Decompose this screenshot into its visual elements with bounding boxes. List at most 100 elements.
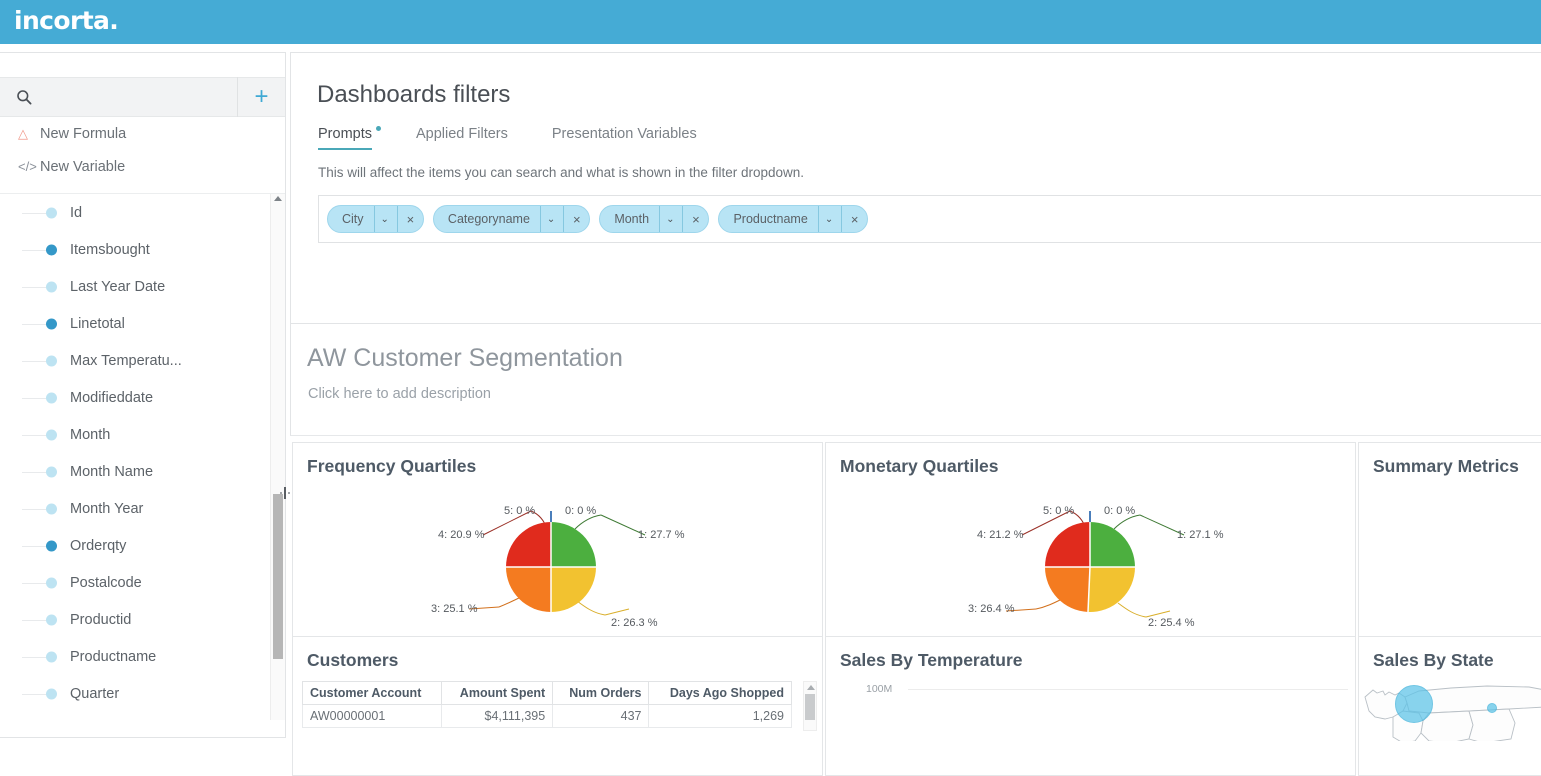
incorta-logo: incorta. bbox=[14, 6, 119, 35]
field-label: Last Year Date bbox=[70, 278, 166, 295]
chart-gridline bbox=[908, 689, 1348, 690]
chevron-down-icon[interactable]: ⌄ bbox=[659, 206, 682, 232]
field-label: Linetotal bbox=[70, 315, 125, 332]
field-item[interactable]: Max Temperatu... bbox=[0, 342, 285, 379]
widget-title: Sales By Temperature bbox=[840, 650, 1023, 670]
field-label: Max Temperatu... bbox=[70, 352, 182, 369]
field-list: Id Itemsbought Last Year Date Linetotal … bbox=[0, 193, 285, 720]
table-header-row: Customer Account Amount Spent Num Orders… bbox=[301, 681, 792, 705]
pie-label: 1: 27.7 % bbox=[638, 529, 685, 541]
us-map-outlines bbox=[1364, 685, 1541, 741]
map-bubble-washington[interactable] bbox=[1395, 685, 1433, 723]
new-variable-label: New Variable bbox=[40, 158, 126, 175]
field-item[interactable]: Month Name bbox=[0, 453, 285, 490]
sidebar-scrollbar[interactable] bbox=[270, 194, 285, 720]
widget-title: Customers bbox=[307, 650, 399, 670]
pie-label: 2: 25.4 % bbox=[1148, 617, 1195, 629]
chevron-down-icon[interactable]: ⌄ bbox=[539, 206, 563, 232]
close-icon[interactable]: × bbox=[563, 206, 589, 232]
widget-frequency-quartiles[interactable]: Frequency Quartiles 5: 0 % 0: 0 % 4: 20.… bbox=[292, 442, 823, 642]
map-bubble-montana[interactable] bbox=[1487, 703, 1497, 713]
widget-title: Frequency Quartiles bbox=[307, 456, 477, 476]
field-label: Quarter bbox=[70, 685, 120, 702]
scrollbar-thumb[interactable] bbox=[805, 694, 815, 720]
code-icon: </> bbox=[18, 159, 37, 174]
field-label: Productid bbox=[70, 611, 132, 628]
column-header[interactable]: Days Ago Shopped bbox=[648, 681, 792, 705]
chevron-down-icon[interactable]: ⌄ bbox=[373, 206, 397, 232]
pie-label: 4: 20.9 % bbox=[438, 529, 485, 541]
field-item[interactable]: Id bbox=[0, 194, 285, 231]
table-cell: 1,269 bbox=[648, 704, 792, 728]
field-label: Orderqty bbox=[70, 537, 127, 554]
pie-label: 1: 27.1 % bbox=[1177, 529, 1224, 541]
attribute-dot-icon bbox=[46, 577, 57, 588]
field-label: Postalcode bbox=[70, 574, 142, 591]
new-variable-action[interactable]: </> New Variable bbox=[0, 150, 285, 183]
flask-icon: △ bbox=[18, 125, 28, 141]
widget-sales-by-state[interactable]: Sales By State bbox=[1358, 636, 1541, 776]
filter-pill-bar: City ⌄ × Categoryname ⌄ × Month ⌄ × Prod… bbox=[318, 195, 1541, 243]
customers-table-scrollbar[interactable] bbox=[803, 681, 817, 731]
scroll-up-arrow-icon[interactable] bbox=[807, 685, 815, 690]
field-label: Itemsbought bbox=[70, 241, 150, 258]
pie-label: 0: 0 % bbox=[1104, 505, 1136, 517]
attribute-dot-icon bbox=[46, 207, 57, 218]
field-label: Modifieddate bbox=[70, 389, 154, 406]
attribute-dot-icon bbox=[46, 614, 57, 625]
filter-pill-categoryname[interactable]: Categoryname ⌄ × bbox=[432, 205, 591, 233]
close-icon[interactable]: × bbox=[682, 206, 708, 232]
new-formula-action[interactable]: △ New Formula bbox=[0, 117, 285, 150]
filter-pill-city[interactable]: City ⌄ × bbox=[327, 205, 424, 233]
pie-label: 3: 25.1 % bbox=[431, 603, 478, 615]
field-item[interactable]: Last Year Date bbox=[0, 268, 285, 305]
dashboard-filters-panel: Dashboards filters Prompts Applied Filte… bbox=[290, 52, 1541, 324]
attribute-dot-icon bbox=[46, 429, 57, 440]
widget-monetary-quartiles[interactable]: Monetary Quartiles 5: 0 % 0: 0 % 4: 21.2… bbox=[825, 442, 1356, 642]
scrollbar-thumb[interactable] bbox=[273, 494, 283, 659]
field-item[interactable]: Quarter bbox=[0, 675, 285, 712]
filter-pill-month[interactable]: Month ⌄ × bbox=[599, 205, 710, 233]
pie-label: 3: 26.4 % bbox=[968, 603, 1015, 615]
widget-customers[interactable]: Customers Customer Account Amount Spent … bbox=[292, 636, 823, 776]
measure-dot-icon bbox=[46, 540, 57, 551]
scroll-up-arrow-icon[interactable] bbox=[274, 196, 282, 201]
close-icon[interactable]: × bbox=[396, 206, 423, 232]
widget-summary-metrics[interactable]: Summary Metrics bbox=[1358, 442, 1541, 642]
filter-pill-productname[interactable]: Productname ⌄ × bbox=[718, 205, 869, 233]
attribute-dot-icon bbox=[46, 651, 57, 662]
field-item[interactable]: Linetotal bbox=[0, 305, 285, 342]
field-item[interactable]: Itemsbought bbox=[0, 231, 285, 268]
widget-sales-by-temperature[interactable]: Sales By Temperature 100M bbox=[825, 636, 1356, 776]
attribute-dot-icon bbox=[46, 281, 57, 292]
sidebar-top-spacer bbox=[0, 53, 285, 77]
search-icon bbox=[0, 89, 48, 105]
field-item[interactable]: Modifieddate bbox=[0, 379, 285, 416]
dashboard-title[interactable]: AW Customer Segmentation bbox=[307, 344, 623, 373]
search-input[interactable] bbox=[48, 89, 237, 105]
pie-label: 4: 21.2 % bbox=[977, 529, 1024, 541]
field-label: Month bbox=[70, 426, 111, 443]
table-row[interactable]: AW00000001 $4,111,395 437 1,269 bbox=[301, 704, 792, 728]
us-map[interactable] bbox=[1359, 681, 1541, 741]
sidebar-splitter-handle[interactable] bbox=[280, 486, 291, 500]
column-header[interactable]: Amount Spent bbox=[441, 681, 554, 705]
field-item[interactable]: Productname bbox=[0, 638, 285, 675]
field-item[interactable]: Month bbox=[0, 416, 285, 453]
dashboard-description[interactable]: Click here to add description bbox=[308, 386, 491, 402]
tab-prompts[interactable]: Prompts bbox=[318, 126, 381, 150]
add-item-button[interactable]: + bbox=[237, 77, 285, 117]
table-cell: $4,111,395 bbox=[441, 704, 554, 728]
chevron-down-icon[interactable]: ⌄ bbox=[817, 206, 841, 232]
field-item[interactable]: Productid bbox=[0, 601, 285, 638]
fields-sidebar: + △ New Formula </> New Variable Id Item… bbox=[0, 52, 286, 738]
column-header[interactable]: Customer Account bbox=[301, 681, 443, 705]
column-header[interactable]: Num Orders bbox=[552, 681, 650, 705]
close-icon[interactable]: × bbox=[841, 206, 867, 232]
tab-applied-filters[interactable]: Applied Filters bbox=[416, 126, 508, 150]
field-item[interactable]: Month Year bbox=[0, 490, 285, 527]
field-label: Id bbox=[70, 204, 83, 221]
field-item[interactable]: Orderqty bbox=[0, 527, 285, 564]
field-item[interactable]: Postalcode bbox=[0, 564, 285, 601]
tab-presentation-variables[interactable]: Presentation Variables bbox=[552, 126, 697, 150]
